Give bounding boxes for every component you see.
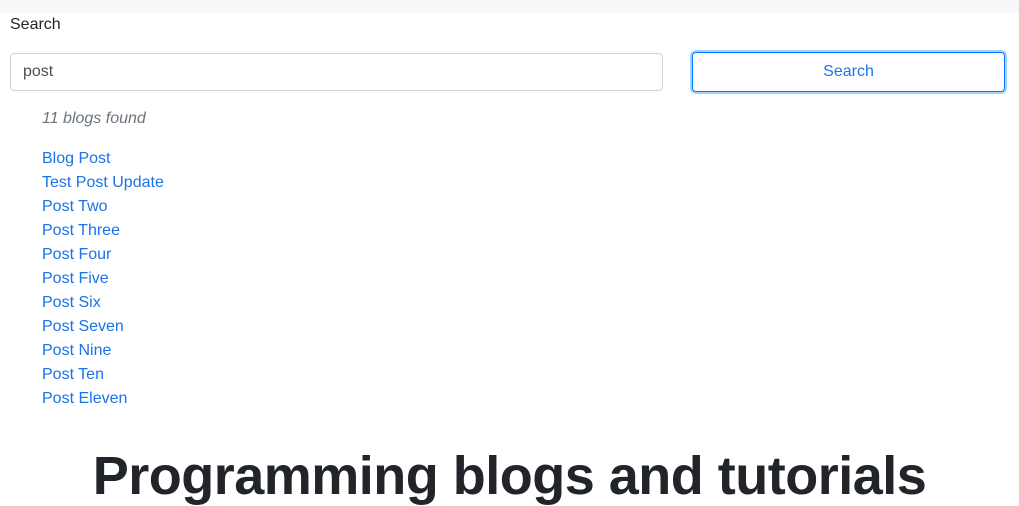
result-link[interactable]: Post Seven	[42, 318, 124, 335]
list-item: Post Five	[42, 269, 164, 293]
page-heading: Programming blogs and tutorials	[92, 446, 927, 506]
list-item: Post Three	[42, 221, 164, 245]
result-link[interactable]: Blog Post	[42, 150, 110, 167]
result-link[interactable]: Post Two	[42, 198, 108, 215]
search-label: Search	[10, 16, 61, 33]
list-item: Post Ten	[42, 365, 164, 389]
list-item: Blog Post	[42, 149, 164, 173]
result-link[interactable]: Post Three	[42, 222, 120, 239]
result-link[interactable]: Post Nine	[42, 342, 111, 359]
list-item: Post Two	[42, 197, 164, 221]
result-link[interactable]: Post Five	[42, 270, 109, 287]
result-link[interactable]: Post Four	[42, 246, 111, 263]
search-button[interactable]: Search	[692, 52, 1005, 92]
results-count: 11 blogs found	[42, 110, 146, 127]
list-item: Post Four	[42, 245, 164, 269]
search-input[interactable]	[10, 53, 663, 91]
list-item: Test Post Update	[42, 173, 164, 197]
result-link[interactable]: Test Post Update	[42, 174, 164, 191]
list-item: Post Nine	[42, 341, 164, 365]
result-link[interactable]: Post Six	[42, 294, 101, 311]
results-list: Blog Post Test Post Update Post Two Post…	[42, 149, 164, 413]
list-item: Post Six	[42, 293, 164, 317]
result-link[interactable]: Post Ten	[42, 366, 104, 383]
result-link[interactable]: Post Eleven	[42, 390, 127, 407]
list-item: Post Eleven	[42, 389, 164, 413]
list-item: Post Seven	[42, 317, 164, 341]
top-strip	[0, 0, 1019, 13]
